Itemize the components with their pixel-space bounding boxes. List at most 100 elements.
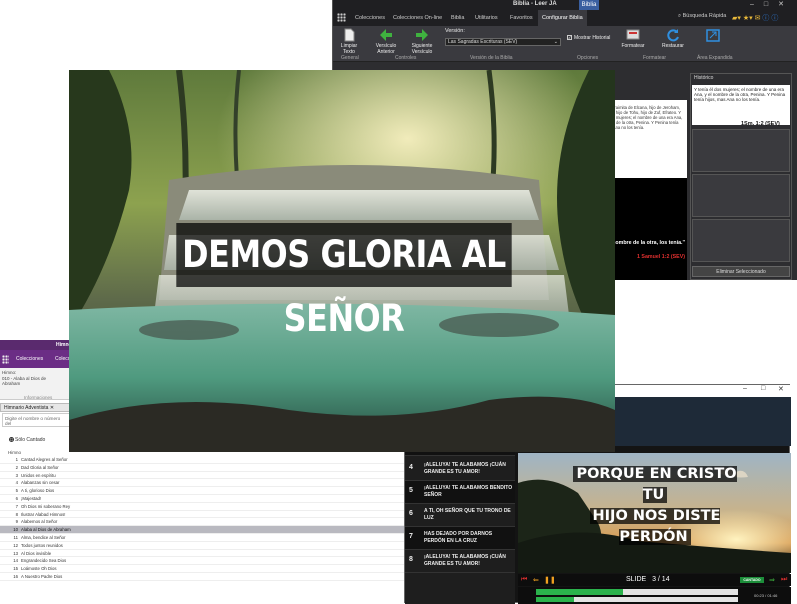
format-icon xyxy=(626,29,640,40)
hymn-title: A ti, glorioso Dios xyxy=(21,488,55,494)
hymn-number: 9 xyxy=(15,519,18,525)
hymn-number: 10 xyxy=(13,527,18,533)
show-history-checkbox[interactable]: ✓ Mostrar Historial xyxy=(567,35,610,41)
slide-progress-bar[interactable] xyxy=(536,589,738,595)
hymn-row[interactable]: 9 Alabemos al Señor xyxy=(0,518,405,527)
preview-caption-line: HIJO NOS DISTE PERDÓN xyxy=(589,508,721,545)
slide-number: 5 xyxy=(409,487,413,494)
hymn-number: 12 xyxy=(13,542,18,548)
slide-list-item[interactable]: 5 ¡ALELUYA! TE ALABAMOS BENDITO SEÑOR xyxy=(405,481,515,504)
history-entry[interactable]: Y tenía él dos mujeres; el nombre de una… xyxy=(692,85,790,125)
hymn-title: Alaba al Dios de Abraham xyxy=(21,527,71,533)
page-icon xyxy=(344,28,355,42)
rewind-icon[interactable]: ⏮ xyxy=(521,576,527,584)
hymn-row[interactable]: 15 Loámoste Oh Dios xyxy=(0,565,405,573)
hymn-title: Ilustrar Alabad Himnos! xyxy=(21,511,66,517)
hymn-row[interactable]: 8 Ilustrar Alabad Himnos! xyxy=(0,511,405,519)
hymn-title: A Nuestro Padre Dios xyxy=(21,573,63,579)
hymn-title: Loámoste Oh Dios xyxy=(21,566,57,572)
hymn-row[interactable]: 2 Dad Gloria al Señor xyxy=(0,464,405,472)
slide-list-item[interactable]: 6 A TI, OH SEÑOR QUE TU TRONO DE LUZ xyxy=(405,504,515,527)
window-controls[interactable]: –□✕ xyxy=(750,0,794,8)
version-select[interactable]: Las Sagradas Escrituras (SEV) ⌄ xyxy=(445,38,561,46)
slide-list: 3HIJO NOS DISTE PERDÓN4¡ALELUYA! TE ALAB… xyxy=(405,435,515,604)
hymn-row[interactable]: 1 Cantad Alegres al Señor xyxy=(0,456,405,464)
slide-number: 8 xyxy=(409,556,413,563)
hymn-title: Alabanzas sin cesar xyxy=(21,480,60,486)
hymn-number: 15 xyxy=(13,566,18,572)
hymn-titlebar: Himno xyxy=(0,340,72,350)
hymn-row[interactable]: 12 Todos juntos reunidos xyxy=(0,542,405,550)
hymn-row[interactable]: 5A ti, glorioso Dios xyxy=(0,487,405,495)
minimize-button[interactable]: – xyxy=(743,385,747,392)
info-line: Abraham xyxy=(2,381,21,386)
hymn-title: Engrandecido Sea Dios xyxy=(21,558,67,564)
hymn-title: Oh Dios mi soberano Rey xyxy=(21,503,71,509)
group-expanded: Área Expandida xyxy=(697,55,733,61)
hymn-row[interactable]: 11 Alma, bendice al Señor xyxy=(0,534,405,542)
tab-configurar-biblia[interactable]: Configurar Biblia xyxy=(538,10,587,26)
slide-list-item[interactable]: 8 ¡ALELUYA! TE ALABAMOS ¡CUÁN GRANDE ES T… xyxy=(405,550,515,573)
hymn-row[interactable]: 16 A Nuestro Padre Dios xyxy=(0,573,405,581)
hymn-title: Cantad Alegres al Señor xyxy=(21,457,68,462)
hymn-row[interactable]: 14 Engrandecido Sea Dios xyxy=(0,557,405,566)
hymn-title: Al Dios invisible xyxy=(21,550,52,556)
hymn-number: 2 xyxy=(15,464,18,470)
quick-search-label: Búsqueda Rápida xyxy=(682,13,727,19)
expand-icon xyxy=(706,29,720,42)
close-icon[interactable]: ✕ xyxy=(50,405,54,411)
next-slide-icon[interactable]: ⇒ xyxy=(769,576,775,584)
tab-colecciones[interactable]: Colecciones xyxy=(351,10,389,26)
hymn-row[interactable]: 10 Alaba al Dios de Abraham xyxy=(0,526,405,534)
history-slot[interactable] xyxy=(692,174,790,217)
hymn-row[interactable]: 13 Al Dios invisible xyxy=(0,550,405,558)
hymn-row[interactable]: 7 Oh Dios mi soberano Rey xyxy=(0,503,405,511)
tab-colecciones[interactable]: Colecciones xyxy=(16,356,43,362)
hymn-number: 8 xyxy=(15,511,18,517)
audio-progress-bar[interactable] xyxy=(536,597,738,602)
history-slot[interactable] xyxy=(692,129,790,172)
maximize-button[interactable]: □ xyxy=(761,385,765,392)
hymn-title: ¡Majestad! xyxy=(21,495,42,501)
group-format: Formatear xyxy=(643,55,667,61)
toolbar-icons[interactable]: ▰▾ ★▾ ✉ ⓘ ⓘ xyxy=(732,13,778,23)
hymn-row[interactable]: 4 Alabanzas sin cesar xyxy=(0,479,405,488)
clear-text-label: Limpiar Texto xyxy=(340,43,358,55)
app-menu-icon[interactable] xyxy=(2,355,9,364)
slide-number: 6 xyxy=(409,510,413,517)
group-controls: Controles xyxy=(395,55,417,61)
quick-search[interactable]: ⌕ Búsqueda Rápida xyxy=(678,13,726,20)
column-header: Himno xyxy=(8,450,22,455)
hymn-row[interactable]: 6 ¡Majestad! xyxy=(0,495,405,503)
sung-only-radio[interactable]: Sólo Cantado xyxy=(9,437,45,443)
prev-slide-icon[interactable]: ⇐ xyxy=(533,576,539,584)
slide-counter-value: 3 / 14 xyxy=(652,576,670,583)
close-button[interactable]: ✕ xyxy=(778,385,784,393)
tab-biblia[interactable]: Biblia xyxy=(447,10,468,26)
fast-forward-icon[interactable]: ⏭ xyxy=(781,576,787,584)
checkbox-icon: ✓ xyxy=(567,35,572,41)
slide-lyric: HAS DEJADO POR DARNOS PERDÓN EN LA CRUZ xyxy=(424,531,493,544)
slide-counter: SLIDE 3 / 14 xyxy=(626,576,670,583)
hymn-search-input[interactable]: Digite el nombre o número del xyxy=(2,413,70,427)
group-general: General xyxy=(341,55,359,61)
tab-colecciones-online[interactable]: Colecc xyxy=(55,356,70,362)
slide-list-item[interactable]: 7 HAS DEJADO POR DARNOS PERDÓN EN LA CRUZ xyxy=(405,527,515,550)
hymn-row[interactable]: 3 Unidos en espíritu xyxy=(0,472,405,480)
sung-badge[interactable]: CANTADO xyxy=(740,577,764,583)
slide-list-item[interactable]: 4 ¡ALELUYA! TE ALABAMOS ¡CUÁN GRANDE ES T… xyxy=(405,458,515,481)
slide-progress-fill xyxy=(536,589,623,595)
tab-utilitarios[interactable]: Utilitarios xyxy=(471,10,502,26)
history-entry-ref: 1Sm. 1:2 (SEV) xyxy=(741,121,780,127)
tab-favoritos[interactable]: Favoritos xyxy=(506,10,537,26)
history-slot[interactable] xyxy=(692,219,790,262)
pause-icon[interactable]: ❚❚ xyxy=(544,576,556,584)
tab-colecciones-online[interactable]: Colecciones On-line xyxy=(389,10,446,26)
collection-tab[interactable]: Himnario Adventista ✕ xyxy=(0,403,70,412)
hymn-title: Dad Gloria al Señor xyxy=(21,464,59,470)
delete-selected-button[interactable]: Eliminar Seleccionado xyxy=(692,266,790,277)
hymn-number: 4 xyxy=(15,480,18,486)
slide-lyric: A TI, OH SEÑOR QUE TU TRONO DE LUZ xyxy=(424,508,511,521)
audio-progress-fill xyxy=(536,597,575,602)
app-menu-icon[interactable] xyxy=(337,13,346,22)
